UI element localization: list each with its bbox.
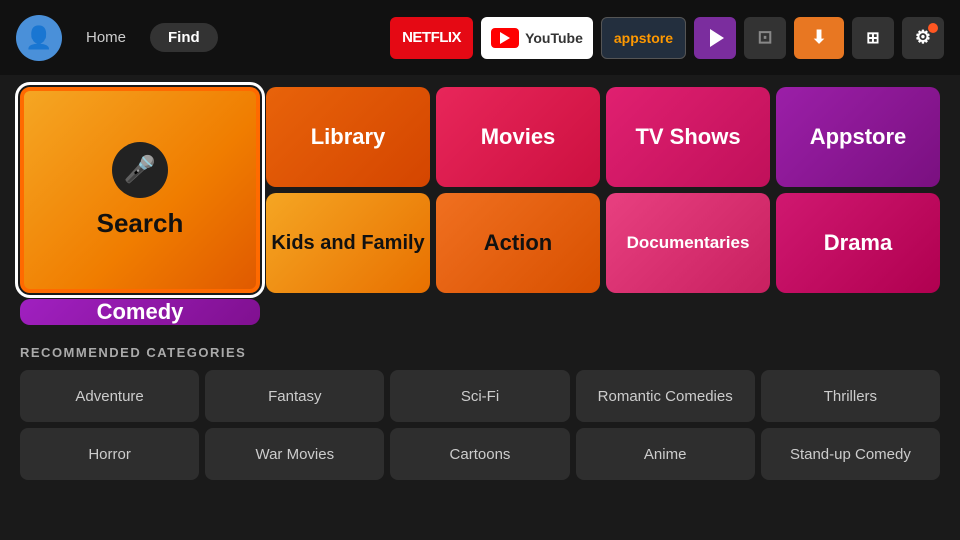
settings-button[interactable]: ⚙ (902, 17, 944, 59)
screen-button[interactable]: ⊡ (744, 17, 786, 59)
search-label: Search (97, 208, 184, 239)
youtube-icon (491, 28, 519, 48)
movies-label: Movies (481, 124, 556, 150)
notification-dot (928, 23, 938, 33)
recommended-item[interactable]: Anime (576, 428, 755, 480)
library-label: Library (311, 124, 386, 150)
screen-icon: ⊡ (757, 27, 772, 48)
qr-icon: ⊞ (866, 28, 879, 48)
kidsandfamily-label: Kids and Family (271, 232, 424, 255)
recommended-item[interactable]: Horror (20, 428, 199, 480)
recommended-title: RECOMMENDED CATEGORIES (20, 345, 940, 360)
recommended-item[interactable]: Adventure (20, 370, 199, 422)
library-cell[interactable]: Library (266, 87, 430, 187)
comedy-label: Comedy (97, 299, 184, 325)
search-cell[interactable]: 🎤 Search (20, 87, 260, 293)
downloader-button[interactable]: ⬇ (794, 17, 844, 59)
appstore-cell[interactable]: Appstore (776, 87, 940, 187)
documentaries-cell[interactable]: Documentaries (606, 193, 770, 293)
app-icons: NETFLIX YouTube appstore ⊡ ⬇ ⊞ ⚙ (390, 17, 944, 59)
topbar: 👤 Home Find NETFLIX YouTube appstore ⊡ ⬇… (0, 0, 960, 75)
drama-cell[interactable]: Drama (776, 193, 940, 293)
appstore-button[interactable]: appstore (601, 17, 686, 59)
recommended-item[interactable]: Stand-up Comedy (761, 428, 940, 480)
kidsandfamily-cell[interactable]: Kids and Family (266, 193, 430, 293)
netflix-button[interactable]: NETFLIX (390, 17, 473, 59)
nav-home[interactable]: Home (74, 23, 138, 52)
tvshows-label: TV Shows (635, 124, 740, 150)
recommended-section: RECOMMENDED CATEGORIES AdventureFantasyS… (20, 345, 940, 480)
comedy-cell[interactable]: Comedy (20, 299, 260, 325)
documentaries-label: Documentaries (627, 233, 750, 253)
recommended-item[interactable]: Thrillers (761, 370, 940, 422)
recommended-grid: AdventureFantasySci-FiRomantic ComediesT… (20, 370, 940, 480)
recommended-item[interactable]: War Movies (205, 428, 384, 480)
action-cell[interactable]: Action (436, 193, 600, 293)
appstore-label: Appstore (810, 124, 907, 150)
action-label: Action (484, 230, 552, 256)
category-grid: 🎤 Search Library Movies TV Shows Appstor… (20, 87, 940, 325)
primevideo-button[interactable] (694, 17, 736, 59)
drama-label: Drama (824, 230, 892, 256)
tvshows-cell[interactable]: TV Shows (606, 87, 770, 187)
downloader-icon: ⬇ (811, 27, 826, 48)
movies-cell[interactable]: Movies (436, 87, 600, 187)
recommended-item[interactable]: Sci-Fi (390, 370, 569, 422)
recommended-item[interactable]: Cartoons (390, 428, 569, 480)
nav-find[interactable]: Find (150, 23, 218, 52)
youtube-label: YouTube (525, 30, 583, 46)
mic-icon: 🎤 (112, 142, 168, 198)
recommended-item[interactable]: Fantasy (205, 370, 384, 422)
avatar[interactable]: 👤 (16, 15, 62, 61)
main-content: 🎤 Search Library Movies TV Shows Appstor… (0, 75, 960, 492)
youtube-button[interactable]: YouTube (481, 17, 593, 59)
qr-button[interactable]: ⊞ (852, 17, 894, 59)
play-icon (710, 29, 724, 47)
recommended-item[interactable]: Romantic Comedies (576, 370, 755, 422)
